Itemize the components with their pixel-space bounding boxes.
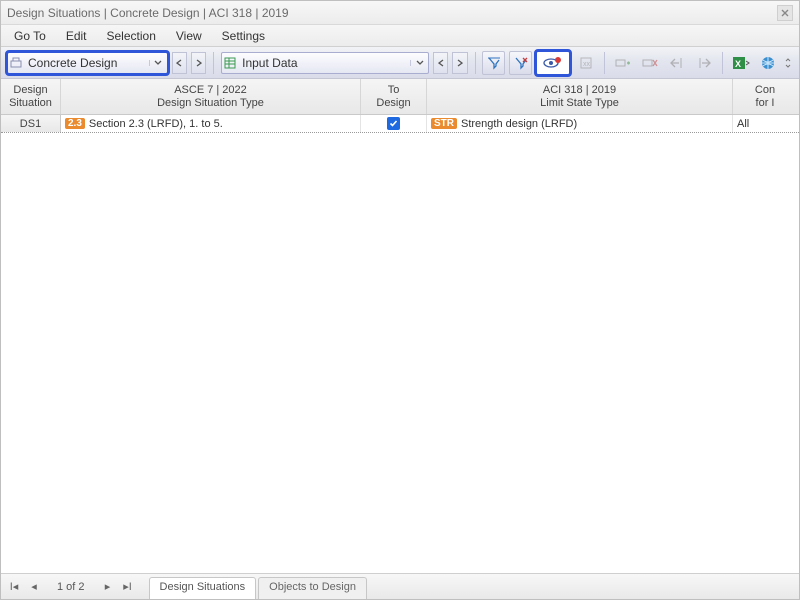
col-extra-l2: for I	[756, 97, 775, 110]
data-grid: DesignSituation ASCE 7 | 2022Design Situ…	[1, 79, 799, 573]
module-combo-text: Concrete Design	[24, 56, 149, 70]
menu-goto[interactable]: Go To	[11, 27, 49, 45]
menu-settings[interactable]: Settings	[219, 27, 268, 45]
table-icon	[222, 57, 238, 69]
footer-tabs: Design Situations Objects to Design	[149, 577, 369, 599]
table-row[interactable]: DS1 2.3 Section 2.3 (LRFD), 1. to 5. STR…	[1, 115, 799, 133]
col-extra-l1: Con	[755, 84, 775, 97]
titlebar: Design Situations | Concrete Design | AC…	[1, 1, 799, 25]
cell-limit-state[interactable]: STR Strength design (LRFD)	[427, 115, 733, 132]
filter-remove-button[interactable]	[509, 51, 532, 75]
filter-button[interactable]	[482, 51, 505, 75]
menu-selection[interactable]: Selection	[104, 27, 159, 45]
tab-objects-to-design[interactable]: Objects to Design	[258, 577, 367, 599]
window-title: Design Situations | Concrete Design | AC…	[7, 6, 289, 20]
toolbar-overflow[interactable]	[784, 52, 793, 74]
view-hidden-button[interactable]	[536, 51, 570, 75]
page-indicator: 1 of 2	[57, 581, 85, 593]
row-id: DS1	[1, 115, 61, 132]
col-design-situation-l2: Situation	[9, 97, 52, 110]
page-prev-button[interactable]: ◂	[27, 580, 41, 593]
shift-right-button[interactable]	[692, 51, 715, 75]
insert-row-button[interactable]	[612, 51, 635, 75]
svg-text:xx: xx	[583, 61, 591, 68]
delete-row-button[interactable]	[639, 51, 662, 75]
col-design-situation-l1: Design	[13, 84, 47, 97]
export-excel-button[interactable]: X	[730, 51, 753, 75]
module-prev-button[interactable]	[172, 52, 187, 74]
toolbar: Concrete Design Input Data	[1, 47, 799, 79]
chevron-down-icon	[149, 60, 167, 66]
limit-badge: STR	[431, 118, 457, 129]
menu-edit[interactable]: Edit	[63, 27, 90, 45]
window-close-button[interactable]	[777, 5, 793, 21]
page-next-button[interactable]: ▸	[101, 580, 115, 593]
menu-view[interactable]: View	[173, 27, 205, 45]
page-last-button[interactable]: ▸I	[121, 580, 135, 593]
cell-situation-type[interactable]: 2.3 Section 2.3 (LRFD), 1. to 5.	[61, 115, 361, 132]
svg-text:X: X	[735, 59, 741, 69]
grid-body: DS1 2.3 Section 2.3 (LRFD), 1. to 5. STR…	[1, 115, 799, 133]
data-prev-button[interactable]	[433, 52, 448, 74]
page-first-button[interactable]: I◂	[7, 580, 21, 593]
clear-button[interactable]: xx	[574, 51, 597, 75]
cell-extra[interactable]: All	[733, 115, 797, 132]
grid-header: DesignSituation ASCE 7 | 2022Design Situ…	[1, 79, 799, 115]
col-to-design-l2: Design	[376, 97, 410, 110]
checkbox-checked-icon[interactable]	[387, 117, 400, 130]
menubar: Go To Edit Selection View Settings	[1, 25, 799, 47]
col-asce-l2: Design Situation Type	[157, 97, 264, 110]
data-combo[interactable]: Input Data	[221, 52, 429, 74]
type-badge: 2.3	[65, 118, 85, 129]
cell-to-design[interactable]	[361, 115, 427, 132]
chevron-down-icon	[410, 60, 428, 66]
footer-bar: I◂ ◂ 1 of 2 ▸ ▸I Design Situations Objec…	[1, 573, 799, 599]
col-asce-l1: ASCE 7 | 2022	[174, 84, 247, 97]
module-combo[interactable]: Concrete Design	[7, 52, 168, 74]
col-to-design-l1: To	[388, 84, 400, 97]
type-text: Section 2.3 (LRFD), 1. to 5.	[89, 118, 223, 130]
tab-design-situations[interactable]: Design Situations	[149, 577, 257, 599]
data-next-button[interactable]	[452, 52, 467, 74]
module-icon	[8, 57, 24, 69]
data-combo-text: Input Data	[238, 56, 410, 70]
limit-text: Strength design (LRFD)	[461, 118, 577, 130]
col-aci-l2: Limit State Type	[540, 97, 619, 110]
col-aci-l1: ACI 318 | 2019	[543, 84, 616, 97]
web-button[interactable]	[757, 51, 780, 75]
module-next-button[interactable]	[191, 52, 206, 74]
app-window: Design Situations | Concrete Design | AC…	[0, 0, 800, 600]
shift-left-button[interactable]	[665, 51, 688, 75]
